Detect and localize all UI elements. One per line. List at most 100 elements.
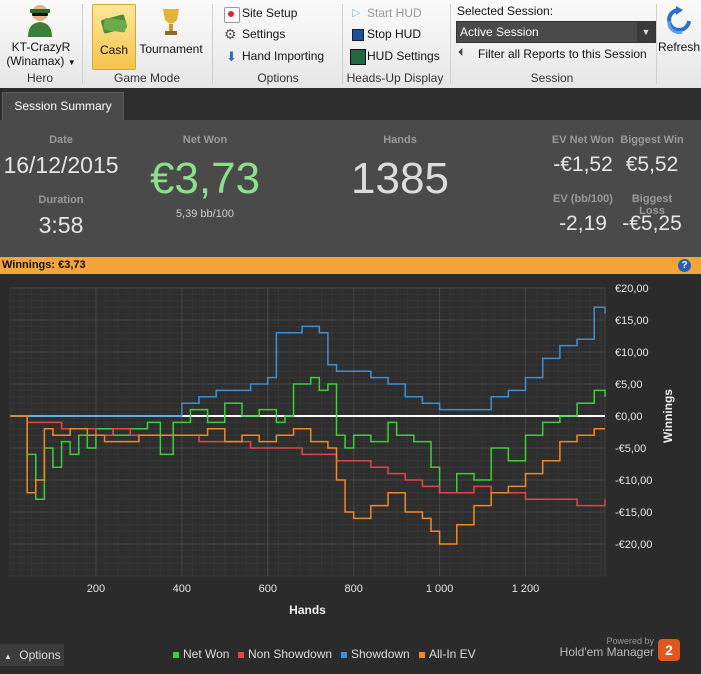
gear-icon: ⚙	[224, 26, 237, 42]
chevron-down-icon[interactable]: ▼	[68, 58, 76, 67]
winnings-chart: €20,00 €15,00 €10,00 €5,00 €0,00 -€5,00 -€10,0…	[9, 283, 675, 617]
hero-site[interactable]: (Winamax) ▼	[6, 54, 76, 68]
hm2-logo-icon: 2	[658, 639, 680, 661]
hud-settings-button[interactable]: HUD Settings	[350, 49, 442, 65]
refresh-button[interactable]: Refresh	[658, 4, 700, 56]
session-select[interactable]: Active Session ▼	[456, 21, 656, 43]
ribbon-separator	[450, 4, 451, 84]
play-icon: ▷	[352, 7, 361, 19]
biggest-loss-value: -€5,25	[622, 212, 682, 235]
x-tick-label: 1 000	[426, 583, 454, 595]
hud-settings-label: HUD Settings	[367, 49, 440, 63]
y-tick-label: -€10,00	[615, 475, 652, 487]
ribbon-separator	[342, 4, 343, 84]
hero-avatar-icon[interactable]	[24, 3, 56, 37]
x-axis-label: Hands	[289, 603, 326, 617]
biggest-win-label: Biggest Win	[620, 134, 684, 146]
x-tick-label: 1 200	[512, 583, 540, 595]
y-tick-label: -€15,00	[615, 507, 652, 519]
settings-button[interactable]: ⚙ Settings	[224, 26, 334, 43]
trophy-icon	[160, 7, 182, 37]
hand-importing-button[interactable]: ⬇ Hand Importing	[224, 49, 334, 65]
ev-net-won-value: -€1,52	[553, 153, 613, 176]
net-won-label: Net Won	[182, 134, 228, 146]
tab-session-summary[interactable]: Session Summary	[2, 92, 124, 121]
site-setup-button[interactable]: Site Setup	[224, 6, 334, 23]
legend-label: Net Won	[183, 647, 230, 661]
hands-value: 1385	[351, 154, 449, 203]
filter-icon: ⏴	[458, 47, 464, 59]
ev-net-won-label: EV Net Won	[551, 134, 615, 146]
ev-bb100-label: EV (bb/100)	[553, 193, 613, 205]
tournament-button[interactable]: Tournament	[138, 4, 204, 68]
plot-area	[9, 287, 606, 577]
bb100-value: 5,39 bb/100	[175, 208, 235, 220]
y-tick-label: €5,00	[615, 379, 643, 391]
filter-session-button[interactable]: ⏴ Filter all Reports to this Session	[458, 47, 648, 63]
duration-label: Duration	[38, 194, 84, 206]
legend-net-won: Net Won	[173, 647, 229, 661]
brand-label: Hold'em Manager	[559, 645, 654, 659]
tournament-label: Tournament	[139, 42, 203, 56]
legend-label: Showdown	[351, 647, 410, 661]
legend-non-showdown: Non Showdown	[238, 647, 332, 661]
duration-value: 3:58	[38, 212, 84, 238]
hud-group-label: Heads-Up Display	[346, 71, 444, 85]
hand-importing-label: Hand Importing	[242, 49, 325, 63]
date-value: 16/12/2015	[3, 152, 119, 178]
x-tick-label: 200	[87, 583, 105, 595]
legend-swatch	[341, 651, 347, 658]
x-tick-label: 800	[345, 583, 363, 595]
cash-label: Cash	[99, 43, 128, 57]
winnings-bar: Winnings: €3,73 ?	[0, 257, 701, 274]
winnings-value: €3,73	[58, 259, 86, 271]
legend-swatch	[419, 651, 425, 658]
session-group-label: Session	[530, 71, 574, 85]
date-label: Date	[49, 134, 73, 146]
y-axis-label: Winnings	[661, 389, 675, 443]
session-select-value: Active Session	[460, 25, 539, 39]
legend-swatch	[173, 651, 179, 658]
ev-bb100-value: -2,19	[559, 212, 607, 235]
options-label: Options	[19, 648, 61, 662]
selected-session-label: Selected Session:	[457, 4, 554, 18]
hero-group-label: Hero	[26, 71, 53, 85]
ribbon-separator	[656, 4, 657, 84]
hero-site-label: (Winamax)	[6, 54, 65, 68]
cash-icon	[99, 11, 129, 35]
net-won-value: €3,73	[149, 154, 261, 203]
biggest-win-value: €5,52	[625, 153, 679, 176]
start-hud-label: Start HUD	[367, 6, 422, 20]
legend-showdown: Showdown	[341, 647, 410, 661]
y-tick-label: €15,00	[615, 315, 649, 327]
winnings-label: Winnings:	[2, 259, 56, 271]
start-hud-button[interactable]: ▷ Start HUD	[350, 6, 440, 22]
y-tick-label: -€20,00	[615, 539, 652, 551]
legend-label: All-In EV	[429, 647, 476, 661]
cash-button[interactable]: Cash	[92, 4, 136, 70]
stop-icon	[352, 29, 364, 41]
stop-hud-label: Stop HUD	[367, 27, 422, 41]
hud-grid-icon	[350, 49, 366, 65]
chevron-up-icon: ▲	[4, 652, 12, 661]
tab-bar: Session Summary	[0, 88, 701, 121]
options-button[interactable]: ▲ Options	[0, 644, 64, 666]
game-mode-group-label: Game Mode	[113, 71, 181, 85]
ribbon-separator	[212, 4, 213, 84]
chevron-down-icon[interactable]: ▼	[637, 22, 655, 42]
hands-label: Hands	[383, 134, 417, 146]
session-summary-panel: Date 16/12/2015 Duration 3:58 Net Won €3…	[0, 120, 701, 257]
y-tick-label: €0,00	[615, 411, 643, 423]
legend-label: Non Showdown	[248, 647, 333, 661]
import-arrow-icon: ⬇	[226, 49, 237, 64]
stop-hud-button[interactable]: Stop HUD	[350, 27, 440, 43]
question-icon[interactable]: ?	[678, 259, 691, 272]
y-tick-label: €20,00	[615, 283, 649, 295]
legend-swatch	[238, 651, 244, 658]
x-tick-label: 600	[259, 583, 277, 595]
winnings-chart-area: €20,00 €15,00 €10,00 €5,00 €0,00 -€5,00 -€10,0…	[0, 274, 701, 674]
hero-name[interactable]: KT-CrazyR	[8, 40, 74, 54]
refresh-icon	[666, 6, 692, 36]
settings-label: Settings	[242, 27, 286, 41]
filter-session-label: Filter all Reports to this Session	[478, 47, 647, 61]
